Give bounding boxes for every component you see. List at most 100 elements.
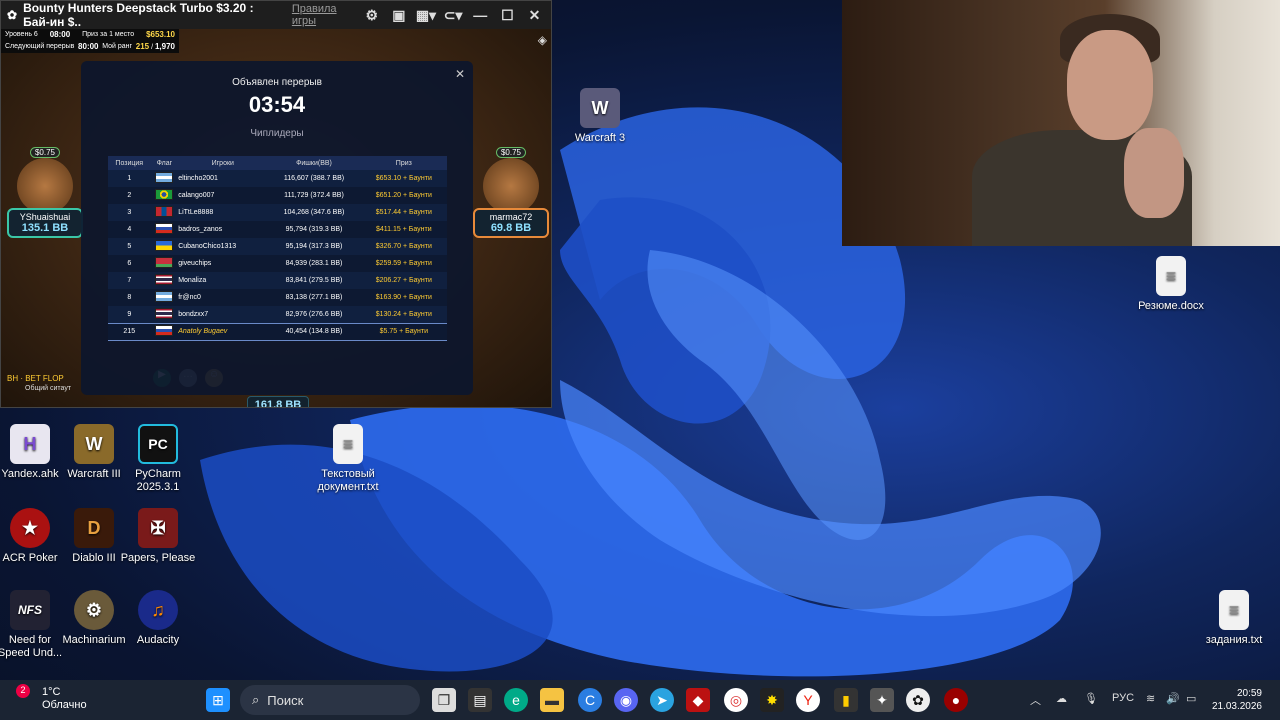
poker-window: ✿ Bounty Hunters Deepstack Turbo $3.20 :… <box>0 0 552 408</box>
player-seat[interactable]: $0.75 YShuaishuai 135.1 BB <box>7 147 83 238</box>
poker-logo-icon: ✿ <box>7 8 18 22</box>
pycharm-icon: PC <box>138 424 178 464</box>
file-explorer-icon[interactable]: ▬ <box>540 688 564 712</box>
table-row: 7 Monaliza 83,841 (279.5 BB) $206.27 + Баун… <box>108 272 447 289</box>
chevron-up-icon[interactable]: ︿ <box>1030 692 1041 708</box>
flag-icon <box>155 307 174 319</box>
maximize-button[interactable]: ☐ <box>497 4 518 26</box>
chips-cell: 40,454 (134.8 BB) <box>267 322 361 341</box>
edge-icon[interactable]: e <box>504 688 528 712</box>
flag-icon <box>155 189 174 200</box>
desktop-icon-pycharm[interactable]: PC PyCharm 2025.3.1 <box>120 424 196 494</box>
chips-cell: 104,268 (347.6 BB) <box>283 209 345 216</box>
recorder-icon[interactable]: ● <box>944 688 968 712</box>
flag-icon <box>155 325 174 336</box>
app-icon[interactable]: ▤ <box>468 688 492 712</box>
position-cell: 4 <box>127 226 132 233</box>
table-menu-icon[interactable]: ◈ <box>538 33 547 47</box>
yandex-icon[interactable]: Y <box>796 688 820 712</box>
flag-cell <box>151 272 179 289</box>
tournament-info: Уровень 6 08:00 Приз за 1 место $653.10 … <box>1 29 179 53</box>
battery-icon[interactable]: ▭ <box>1186 692 1196 705</box>
poker-app-icon[interactable]: ✿ <box>906 688 930 712</box>
player-cell: Monaliza <box>178 277 207 284</box>
chips-cell: 83,138 (277.1 BB) <box>285 294 343 301</box>
audacity-icon: ♫ <box>138 590 178 630</box>
flag-icon <box>155 257 174 268</box>
desktop-icon-audacity[interactable]: ♫ Audacity <box>120 590 196 647</box>
prize-cell: $651.20 + Баунти <box>375 192 432 199</box>
search-box[interactable]: ⌕ Поиск <box>240 685 420 715</box>
avatar <box>17 158 73 214</box>
player-seat[interactable]: $0.75 marmac72 69.8 BB <box>473 147 549 238</box>
browser-icon[interactable]: C <box>578 688 602 712</box>
chips-cell: 84,939 (283.1 BB) <box>285 260 343 267</box>
app-icon[interactable]: ✸ <box>760 688 784 712</box>
layout-icon[interactable]: ▣ <box>388 4 409 26</box>
player-cell: giveuchips <box>178 260 212 267</box>
clock[interactable]: 20:59 21.03.2026 <box>1212 687 1262 713</box>
prize-cell: $206.27 + Баунти <box>375 277 432 284</box>
text-file-icon: ≡ <box>333 424 363 464</box>
flag-icon <box>155 172 174 183</box>
language-indicator[interactable]: РУС <box>1112 692 1134 704</box>
desktop-icon-text-doc[interactable]: ≡ Текстовый документ.txt <box>310 424 386 494</box>
bounty-badge: $0.75 <box>495 147 527 158</box>
flag-icon <box>155 223 174 234</box>
position-cell: 2 <box>127 192 132 199</box>
chipleaders-table: Позиция Флаг Игроки Фишки(BB) Приз 1 elti… <box>108 156 447 341</box>
flag-icon <box>155 274 174 285</box>
position-cell: 9 <box>127 310 132 318</box>
nfs-icon: NFS <box>10 590 50 630</box>
desktop-icon-warcraft3[interactable]: W Warcraft 3 <box>562 88 638 145</box>
discord-icon[interactable]: ◉ <box>614 688 638 712</box>
flag-cell <box>151 187 179 204</box>
table-row: 1 eltincho2001 116,607 (388.7 BB) $653.10 +… <box>108 170 447 187</box>
chrome-icon[interactable]: ◎ <box>724 688 748 712</box>
rules-link[interactable]: Правила игры <box>292 3 355 27</box>
chips-cell: 82,976 (276.6 BB) <box>285 310 343 318</box>
position-cell: 6 <box>127 260 132 267</box>
prize-cell: $5.75 + Баунти <box>360 322 447 341</box>
prize-cell: $326.70 + Баунти <box>375 243 432 250</box>
table-row: 8 fr@nc0 83,138 (277.1 BB) $163.90 + Баунти <box>108 289 447 306</box>
gear-icon[interactable]: ⚙ <box>361 4 382 26</box>
break-timer: 03:54 <box>248 92 306 117</box>
telegram-icon[interactable]: ➤ <box>650 688 674 712</box>
link-menu-icon[interactable]: ⊂▾ <box>443 4 464 26</box>
poker-title-bar[interactable]: ✿ Bounty Hunters Deepstack Turbo $3.20 :… <box>1 1 551 29</box>
desktop-icon-papers-please[interactable]: ✠ Papers, Please <box>120 508 196 565</box>
volume-icon[interactable]: 🔊 <box>1166 692 1180 705</box>
poker-window-title: Bounty Hunters Deepstack Turbo $3.20 : Б… <box>23 1 254 29</box>
start-button[interactable]: ⊞ <box>206 688 230 712</box>
microphone-icon[interactable]: 🎙 <box>1084 692 1098 705</box>
prize-cell: $411.15 + Баунти <box>375 226 432 233</box>
close-icon[interactable]: ✕ <box>455 67 465 81</box>
app-icon[interactable]: ◆ <box>686 688 710 712</box>
position-cell: 1 <box>127 175 132 182</box>
position-cell: 7 <box>127 277 132 284</box>
wifi-icon[interactable]: ≋ <box>1146 692 1155 705</box>
app-icon[interactable]: ▮ <box>834 688 858 712</box>
desktop-icon-resume[interactable]: ≡ Резюме.docx <box>1133 256 1209 313</box>
grid-menu-icon[interactable]: ▦▾ <box>415 4 436 26</box>
app-icon[interactable]: ✦ <box>870 688 894 712</box>
chips-cell: 83,841 (279.5 BB) <box>285 277 343 284</box>
player-nameplate: marmac72 69.8 BB <box>473 208 549 238</box>
taskbar: 2 1°C Облачно ⊞ ⌕ Поиск ❐ ▤ e ▬ C ◉ ➤ ◆ … <box>0 680 1280 720</box>
player-cell: bondzxx7 <box>178 310 209 318</box>
close-button[interactable]: ✕ <box>524 4 545 26</box>
weather-widget[interactable]: 2 1°C Облачно <box>16 684 87 712</box>
desktop-icon-zadaniya[interactable]: ≡ задания.txt <box>1196 590 1272 647</box>
cloud-icon[interactable]: ☁ <box>1056 692 1067 705</box>
task-view-icon[interactable]: ❐ <box>432 688 456 712</box>
player-cell: eltincho2001 <box>178 175 218 182</box>
table-row: 3 LiTtLe8888 104,268 (347.6 BB) $517.44 + Б… <box>108 204 447 221</box>
avatar <box>483 158 539 214</box>
flag-cell <box>151 204 179 221</box>
chips-cell: 95,194 (317.3 BB) <box>285 243 343 250</box>
prize-cell: $517.44 + Баунти <box>375 209 432 216</box>
webcam-overlay <box>842 0 1280 246</box>
table-row: 5 CubanoChico1313 95,194 (317.3 BB) $326.70… <box>108 238 447 255</box>
minimize-button[interactable]: — <box>470 4 491 26</box>
